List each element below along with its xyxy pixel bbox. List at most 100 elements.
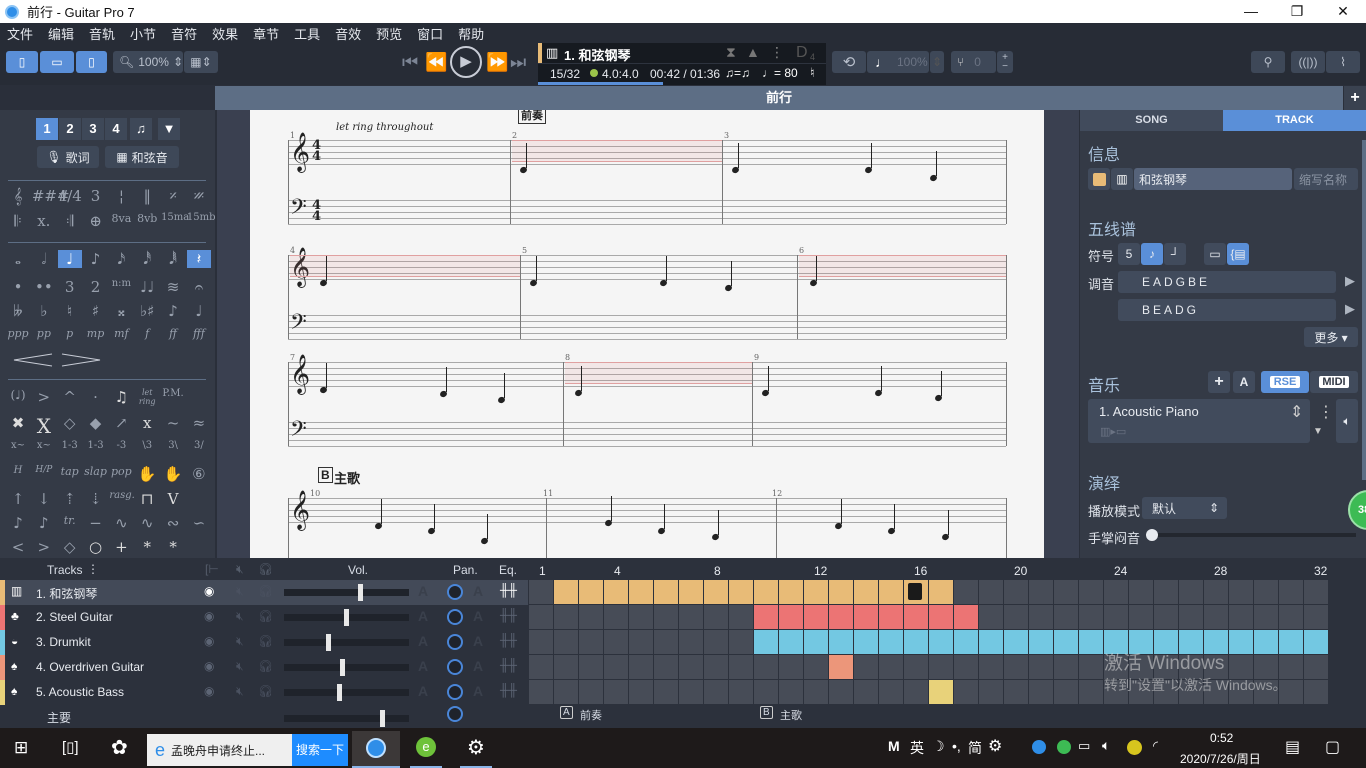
tap-icon[interactable]: tap xyxy=(58,465,82,483)
instrument-stepper-icon[interactable]: ⇕ xyxy=(1290,402,1303,422)
solo-headphones-icon[interactable]: 🎧︎ xyxy=(258,609,273,623)
tab-song[interactable]: SONG xyxy=(1080,110,1223,131)
voice-4-button[interactable]: 4 xyxy=(105,118,127,140)
timeline-bar-cell[interactable] xyxy=(629,655,653,679)
master-volume-thumb[interactable] xyxy=(380,710,385,727)
tuning-1-arrow-icon[interactable]: ▶ xyxy=(1345,273,1355,289)
fade-out-icon[interactable]: > xyxy=(32,538,56,556)
timeline-bar-cell[interactable] xyxy=(754,605,778,629)
midi-toggle[interactable]: MIDI xyxy=(1310,371,1358,393)
mute-icon[interactable]: 🔇︎ xyxy=(236,684,244,699)
track-row[interactable]: ♠ 5. Acoustic Bass ◉ 🔇︎ 🎧︎ A A ╫╫ xyxy=(0,680,528,705)
maximize-button[interactable]: ❐ xyxy=(1274,0,1320,23)
track-name[interactable]: 1. 和弦钢琴 xyxy=(36,585,97,602)
add-sound-button[interactable]: + xyxy=(1208,371,1230,393)
page-layout-select[interactable]: ▦⇕ xyxy=(184,51,218,73)
timeline-bar-cell[interactable] xyxy=(1054,680,1078,704)
track-name[interactable]: 5. Acoustic Bass xyxy=(36,685,124,699)
pan-knob[interactable] xyxy=(447,609,463,625)
speaker-icon[interactable]: 🔈︎ xyxy=(1336,399,1358,443)
timeline-bar-cell[interactable] xyxy=(904,680,928,704)
duplet-icon[interactable]: 2 xyxy=(84,278,108,296)
timeline-bar-cell[interactable] xyxy=(1004,605,1028,629)
time-signature-icon[interactable]: 4/4 xyxy=(58,187,82,205)
automation-button[interactable]: A xyxy=(1233,371,1255,393)
slap-icon[interactable]: slap xyxy=(84,465,108,483)
timeline-bar-cell[interactable] xyxy=(1279,605,1303,629)
timeline-bar-cell[interactable] xyxy=(1029,680,1053,704)
track-name[interactable]: 2. Steel Guitar xyxy=(36,610,113,624)
mute-icon[interactable]: 🔇︎ xyxy=(236,659,244,674)
slide-out-icon[interactable]: x~ xyxy=(32,440,56,451)
timeline-bar-cell[interactable] xyxy=(1229,605,1253,629)
dynamic-fff[interactable]: fff xyxy=(187,327,211,340)
timeline-bar-cell[interactable] xyxy=(529,655,553,679)
timeline-bar-cell[interactable] xyxy=(629,605,653,629)
timeline-bar-cell[interactable] xyxy=(779,680,803,704)
timeline-bar-cell[interactable] xyxy=(1104,605,1128,629)
solo-headphones-icon[interactable]: 🎧︎ xyxy=(258,684,273,698)
visibility-eye-icon[interactable]: ◉ xyxy=(204,659,214,673)
timeline-bar-cell[interactable] xyxy=(679,680,703,704)
grace-before-icon[interactable]: ♪ xyxy=(6,514,30,532)
alternate-ending-icon[interactable]: x. xyxy=(32,212,56,230)
timeline-bar-cell[interactable] xyxy=(579,605,603,629)
timeline-bar-cell[interactable] xyxy=(879,580,903,604)
clef-icon[interactable]: 𝄞 xyxy=(6,187,30,205)
floating-badge[interactable]: 38 xyxy=(1348,490,1366,530)
timeline-bar-cell[interactable] xyxy=(1254,580,1278,604)
ottava-bassa-icon[interactable]: 8vb xyxy=(135,212,159,230)
timeline-bar-cell[interactable] xyxy=(979,580,1003,604)
timeline-bar-cell[interactable] xyxy=(1154,580,1178,604)
timeline-bar-cell[interactable] xyxy=(1079,655,1103,679)
timeline-bar-cell[interactable] xyxy=(654,605,678,629)
tuner-icon[interactable]: ((|)) xyxy=(1291,51,1325,73)
timeline-bar-cell[interactable] xyxy=(979,655,1003,679)
visibility-eye-icon[interactable]: ◉ xyxy=(204,684,214,698)
timeline-bar-cell[interactable] xyxy=(679,655,703,679)
sustain-pedal-icon[interactable]: * xyxy=(135,538,159,556)
crescendo-decrescendo-icons[interactable] xyxy=(12,352,107,368)
collapse-icon[interactable]: [⊢ xyxy=(205,562,219,576)
rse-toggle[interactable]: RSE xyxy=(1261,371,1309,393)
speed-control[interactable]: ♩ 100% xyxy=(867,51,929,73)
visibility-eye-icon[interactable]: ◉ xyxy=(204,634,214,648)
timeline-bar-cell[interactable] xyxy=(929,580,953,604)
harmonic-icon[interactable]: ◇ xyxy=(58,414,82,438)
timeline-bar-cell[interactable] xyxy=(904,630,928,654)
timeline-bar-cell[interactable] xyxy=(554,605,578,629)
timeline-bar-cell[interactable] xyxy=(1229,580,1253,604)
timeline-bar-cell[interactable] xyxy=(579,655,603,679)
volume-icon[interactable]: 🔈︎ xyxy=(1102,737,1110,754)
marker-a-label[interactable]: 前奏 xyxy=(580,707,602,723)
bottom-panel-toggle[interactable]: ▭ xyxy=(40,51,74,73)
vibrato-bar-icon[interactable]: ∿ xyxy=(109,514,133,532)
fade-in-icon[interactable]: < xyxy=(6,538,30,556)
search-button[interactable]: 搜索一下 xyxy=(292,734,348,766)
lcd-track-name[interactable]: 1. 和弦钢琴 xyxy=(564,45,630,64)
double-dotted-icon[interactable]: •• xyxy=(32,278,56,296)
volume-slider[interactable] xyxy=(284,634,409,651)
timeline-bar-cell[interactable] xyxy=(729,630,753,654)
marker-b-label[interactable]: 主歌 xyxy=(780,707,802,723)
right-panel-toggle[interactable]: ▯ xyxy=(76,51,107,73)
tremolo-icon[interactable]: ≋ xyxy=(161,278,185,296)
timeline-bar-cell[interactable] xyxy=(629,680,653,704)
quindicesima-bassa-icon[interactable]: 15mb xyxy=(187,212,216,230)
thirtysecond-note-icon[interactable]: 𝅘𝅥𝅰 xyxy=(135,250,159,268)
last-bar-button[interactable]: ⏭ xyxy=(510,52,526,73)
timeline-bar-cell[interactable] xyxy=(579,630,603,654)
flat-sharp-icon[interactable]: ♭♯ xyxy=(135,302,159,320)
timeline-bar-cell[interactable] xyxy=(654,580,678,604)
tab-notation-toggle[interactable]: 5 xyxy=(1118,243,1140,265)
piano-icon[interactable]: ▥ xyxy=(1111,168,1133,190)
pitch-stepper[interactable]: + − xyxy=(997,51,1013,73)
minimize-button[interactable]: — xyxy=(1228,0,1274,23)
stem-down-icon[interactable]: ♪ xyxy=(161,302,185,320)
timeline-bar-cell[interactable] xyxy=(604,580,628,604)
ime-simplified[interactable]: 简 xyxy=(968,738,982,758)
chords-button[interactable]: ▦ 和弦音 xyxy=(105,146,179,168)
triplet-feel-icon[interactable]: 3 xyxy=(84,187,108,205)
repeat-close-icon[interactable]: 𝄇 xyxy=(58,212,82,230)
countdown-icon[interactable]: ⧗ xyxy=(726,44,736,61)
